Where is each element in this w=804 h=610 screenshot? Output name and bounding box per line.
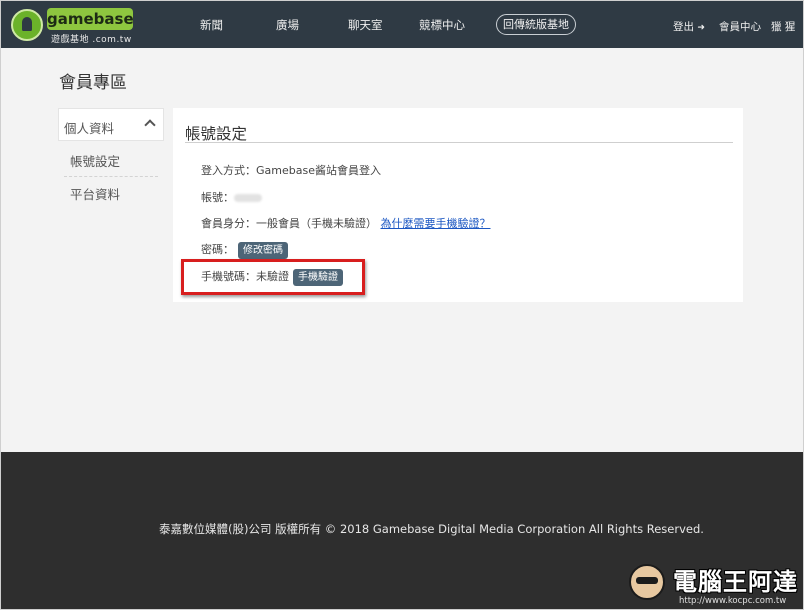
chevron-up-icon [144,119,156,131]
user-name-link[interactable]: 獵 猩 [771,19,795,34]
panel-title: 帳號設定 [185,125,248,143]
member-identity-row: 會員身分：一般會員（手機未驗證） 為什麼需要手機驗證？ [201,215,491,231]
login-method-row: 登入方式：Gamebase酱站會員登入 [201,164,381,177]
why-verify-link[interactable]: 為什麼需要手機驗證？ [381,217,491,230]
logo-lock-icon [11,9,43,41]
logo-wordmark: gamebase [47,8,134,30]
sidebar-section-personal[interactable]: 個人資料 [58,108,164,141]
nav-news[interactable]: 新聞 [200,17,223,33]
nav-chatroom[interactable]: 聊天室 [348,17,383,33]
sidebar-section-label: 個人資料 [64,121,115,136]
top-navbar: gamebase 遊戲基地 .com.tw 新聞 廣場 聊天室 競標中心 回傳統… [1,1,803,48]
classic-version-button[interactable]: 回傳統版基地 [496,14,576,35]
account-value-blurred [234,194,262,202]
watermark-text: 電腦王阿達 [673,568,798,596]
sidebar-divider [64,176,158,177]
panel-divider [185,142,733,143]
change-password-button[interactable]: 修改密碼 [238,241,288,259]
gamebase-logo[interactable]: gamebase 遊戲基地 .com.tw [9,6,134,45]
sidebar-item-platform-data[interactable]: 平台資料 [70,184,120,203]
identity-text: 會員身分：一般會員（手機未驗證） [201,217,377,230]
account-label: 帳號： [201,191,234,204]
logout-icon: ➜ [697,23,705,33]
logout-link[interactable]: 登出 ➜ [673,19,705,34]
browser-frame: gamebase 遊戲基地 .com.tw 新聞 廣場 聊天室 競標中心 回傳統… [0,0,804,610]
member-center-link[interactable]: 會員中心 [719,19,761,34]
member-sidebar: 個人資料 帳號設定 平台資料 [58,108,164,208]
annotation-highlight-box [181,259,365,295]
logo-subtitle: 遊戲基地 .com.tw [51,35,132,45]
nav-plaza[interactable]: 廣場 [276,17,299,33]
page-title: 會員專區 [59,73,127,93]
watermark-mascot-icon [629,564,665,600]
password-label: 密碼： [201,243,234,256]
watermark-url: http://www.kocpc.com.tw [679,596,787,606]
password-row: 密碼： 修改密碼 [201,241,288,259]
nav-auction-center[interactable]: 競標中心 [419,17,465,33]
watermark: 電腦王阿達 http://www.kocpc.com.tw [629,556,797,608]
footer-copyright: 泰嘉數位媒體(股)公司 版權所有 © 2018 Gamebase Digital… [159,522,704,536]
site-footer: 泰嘉數位媒體(股)公司 版權所有 © 2018 Gamebase Digital… [1,452,803,609]
sidebar-item-account-settings[interactable]: 帳號設定 [70,151,120,170]
logout-label: 登出 [673,21,694,33]
account-row: 帳號： [201,189,262,205]
